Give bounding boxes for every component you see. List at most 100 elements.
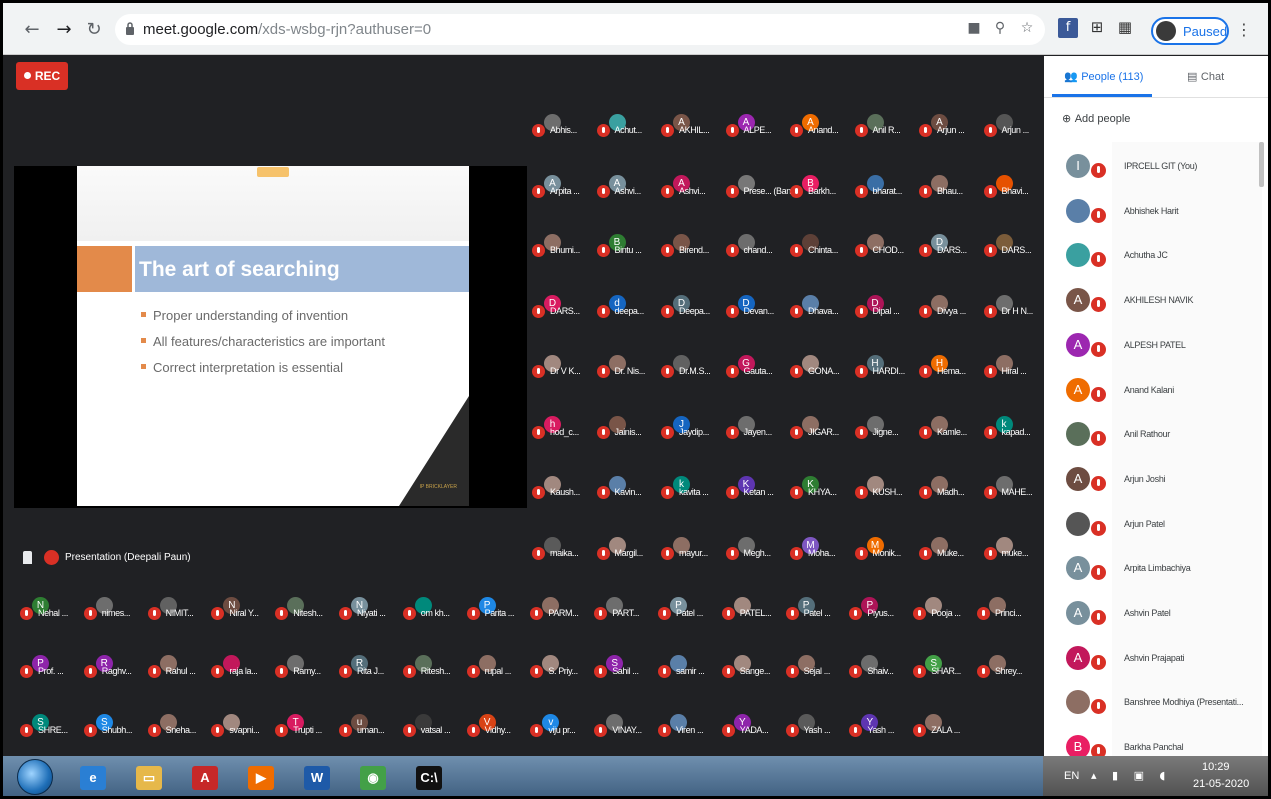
participant-tile[interactable]: S Shubh... [83, 714, 144, 738]
pin-icon[interactable] [23, 551, 32, 564]
participant-tile[interactable]: Divya ... [919, 295, 979, 319]
participant-tile[interactable]: NIMIT... [147, 597, 208, 621]
participant-tile[interactable]: N Nehal ... [20, 597, 80, 621]
participant-tile[interactable]: v viju pr... [530, 714, 590, 738]
participant-tile[interactable]: H Hema... [919, 355, 979, 379]
participant-tile[interactable]: N Niyati ... [339, 597, 399, 621]
participant-tile[interactable]: Margil... [596, 537, 657, 561]
participant-row[interactable]: A Ashvin Prajapati [1044, 641, 1264, 685]
profile-button[interactable]: Paused [1151, 17, 1229, 45]
participant-tile[interactable]: Megh... [725, 537, 786, 561]
participant-tile[interactable]: S SHRE... [20, 714, 80, 738]
participant-tile[interactable]: Dr.M.S... [661, 355, 721, 379]
start-button[interactable] [17, 759, 53, 795]
participant-tile[interactable]: D Deepa... [661, 295, 721, 319]
participant-tile[interactable]: G Gauta... [725, 355, 786, 379]
participant-tile[interactable]: PART... [594, 597, 654, 621]
participant-tile[interactable]: H HARDI... [854, 355, 915, 379]
participant-tile[interactable]: J Jaydip... [661, 416, 721, 440]
taskbar-app-media[interactable]: ▶ [238, 760, 286, 796]
participant-row[interactable]: Abhishek Harit [1044, 194, 1264, 238]
participant-row[interactable]: A ALPESH PATEL [1044, 328, 1264, 372]
participant-tile[interactable]: GONA... [790, 355, 850, 379]
participant-tile[interactable]: D Devan... [725, 295, 786, 319]
participant-tile[interactable]: A ALPE... [725, 114, 786, 138]
participant-tile[interactable]: B Bintu ... [596, 234, 657, 258]
taskbar-app-chrome[interactable]: ◉ [350, 760, 398, 796]
participant-row[interactable]: I IPRCELL GIT (You) [1044, 149, 1264, 193]
participant-tile[interactable]: svapni... [211, 714, 271, 738]
participant-tile[interactable]: M Moha... [790, 537, 850, 561]
participant-tile[interactable]: k kapad... [983, 416, 1044, 440]
taskbar-app-explorer[interactable]: ▭ [126, 760, 174, 796]
participant-tile[interactable]: Arjun ... [983, 114, 1044, 138]
participant-tile[interactable]: A Ashvi... [661, 175, 721, 199]
participant-tile[interactable]: Jigne... [854, 416, 915, 440]
participant-row[interactable]: A Arpita Limbachiya [1044, 551, 1264, 595]
participant-tile[interactable]: A AKHIL... [661, 114, 721, 138]
presentation-tile[interactable]: The art of searching Proper understandin… [14, 166, 527, 508]
taskbar-app-cmd[interactable]: C:\ [406, 760, 454, 796]
participant-tile[interactable]: K KHYA... [790, 476, 850, 500]
participant-tile[interactable]: Sange... [721, 655, 782, 679]
participant-tile[interactable]: MAHE... [983, 476, 1044, 500]
participant-tile[interactable]: Kaush... [532, 476, 592, 500]
participant-tile[interactable]: A Arjun ... [919, 114, 979, 138]
participant-tile[interactable]: Birend... [661, 234, 721, 258]
participant-tile[interactable]: Shrey... [977, 655, 1037, 679]
participant-tile[interactable]: Dr. Nis... [596, 355, 657, 379]
participant-row[interactable]: Anil Rathour [1044, 417, 1264, 461]
participant-tile[interactable]: Achut... [596, 114, 657, 138]
participant-tile[interactable]: S Sahil ... [594, 655, 654, 679]
participant-tile[interactable]: Kavin... [596, 476, 657, 500]
participant-tile[interactable]: A Ashvi... [596, 175, 657, 199]
participant-tile[interactable]: k kavita ... [661, 476, 721, 500]
participant-tile[interactable]: bharat... [854, 175, 915, 199]
participant-row[interactable]: A Arjun Joshi [1044, 462, 1264, 506]
participant-tile[interactable]: Princi... [977, 597, 1037, 621]
participant-tile[interactable]: KUSH... [854, 476, 915, 500]
participant-tile[interactable]: Dr H N... [983, 295, 1044, 319]
participant-tile[interactable]: Chinta... [790, 234, 850, 258]
participant-tile[interactable]: Rahul ... [147, 655, 208, 679]
participant-tile[interactable]: D Dipal ... [854, 295, 915, 319]
participant-tile[interactable]: Sneha... [147, 714, 208, 738]
participant-row[interactable]: Banshree Modhiya (Presentati... [1044, 685, 1264, 729]
participant-tile[interactable]: B Barkh... [790, 175, 850, 199]
participant-tile[interactable]: Y Yash ... [849, 714, 909, 738]
participant-tile[interactable]: Dr V K... [532, 355, 592, 379]
grid-icon[interactable]: ▦ [1115, 18, 1135, 38]
participant-tile[interactable]: d deepa... [596, 295, 657, 319]
clock-date[interactable]: 21-05-2020 [1193, 778, 1249, 790]
participant-tile[interactable]: Prese... (Bans... [725, 175, 802, 199]
participant-tile[interactable]: h hod_c... [532, 416, 592, 440]
participant-row[interactable]: A Anand Kalani [1044, 373, 1264, 417]
participant-tile[interactable]: Y YADA... [721, 714, 782, 738]
participant-tile[interactable]: Anil R... [854, 114, 915, 138]
participant-tile[interactable]: nimes... [83, 597, 144, 621]
language-indicator[interactable]: EN [1064, 770, 1079, 782]
participant-tile[interactable]: Dhava... [790, 295, 850, 319]
participant-tile[interactable]: ZALA ... [913, 714, 973, 738]
participant-tile[interactable]: VINAY... [594, 714, 654, 738]
participant-tile[interactable]: Abhis... [532, 114, 592, 138]
participant-tile[interactable]: Pooja ... [913, 597, 973, 621]
back-icon[interactable]: ← [21, 19, 43, 41]
tab-chat[interactable]: ▤ Chat [1187, 70, 1224, 83]
participant-tile[interactable]: Madh... [919, 476, 979, 500]
participant-tile[interactable]: D DARS... [532, 295, 592, 319]
participant-tile[interactable]: Nitesh... [275, 597, 335, 621]
participant-tile[interactable]: A Arpita ... [532, 175, 592, 199]
add-people-button[interactable]: ⊕ Add people [1062, 112, 1130, 125]
participant-row[interactable]: Achutha JC [1044, 238, 1264, 282]
participant-tile[interactable]: Jayen... [725, 416, 786, 440]
taskbar-app-word[interactable]: W [294, 760, 342, 796]
tray-icons[interactable]: ▴ ▮ ▣ ◖ [1091, 769, 1171, 782]
participant-row[interactable]: Arjun Patel [1044, 507, 1264, 551]
taskbar-app-acrobat[interactable]: A [182, 760, 230, 796]
participant-tile[interactable]: T Trupti ... [275, 714, 335, 738]
camera-icon[interactable]: ■ [965, 20, 983, 38]
reload-icon[interactable]: ↻ [83, 19, 105, 41]
participant-tile[interactable]: P Patel ... [658, 597, 718, 621]
participant-tile[interactable]: P Patel ... [785, 597, 846, 621]
